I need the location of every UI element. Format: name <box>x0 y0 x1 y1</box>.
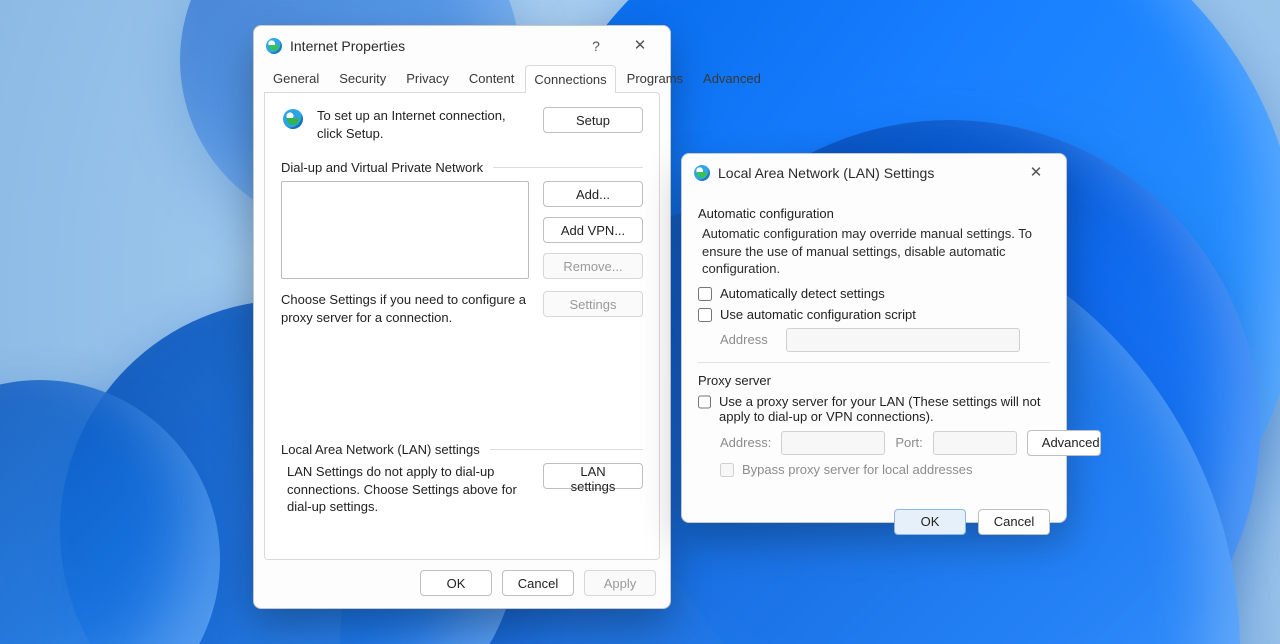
ok-button[interactable]: OK <box>894 509 966 535</box>
dialog-footer: OK Cancel <box>682 495 1066 549</box>
lan-group-label: Local Area Network (LAN) settings <box>281 442 643 457</box>
use-proxy-input[interactable] <box>698 395 711 409</box>
tab-privacy[interactable]: Privacy <box>397 64 458 92</box>
dialup-group-text: Dial-up and Virtual Private Network <box>281 160 483 175</box>
tab-connections[interactable]: Connections <box>525 65 615 93</box>
use-proxy-checkbox[interactable]: Use a proxy server for your LAN (These s… <box>698 394 1050 424</box>
tabs: General Security Privacy Content Connect… <box>254 64 670 92</box>
proxy-port-input[interactable] <box>933 431 1017 455</box>
auto-script-label: Use automatic configuration script <box>720 307 916 322</box>
internet-options-icon <box>266 38 282 54</box>
group-divider <box>490 449 643 450</box>
connection-settings-button[interactable]: Settings <box>543 291 643 317</box>
bypass-local-label: Bypass proxy server for local addresses <box>742 462 972 477</box>
use-proxy-label: Use a proxy server for your LAN (These s… <box>719 394 1050 424</box>
apply-button[interactable]: Apply <box>584 570 656 596</box>
advanced-button[interactable]: Advanced <box>1027 430 1101 456</box>
lan-desc: LAN Settings do not apply to dial-up con… <box>287 463 529 516</box>
window-title: Local Area Network (LAN) Settings <box>718 165 1014 181</box>
ok-button[interactable]: OK <box>420 570 492 596</box>
bypass-local-input[interactable] <box>720 463 734 477</box>
auto-script-checkbox[interactable]: Use automatic configuration script <box>698 307 1050 322</box>
close-button[interactable]: ✕ <box>618 30 662 62</box>
choose-settings-desc: Choose Settings if you need to configure… <box>281 291 529 326</box>
script-address-input[interactable] <box>786 328 1020 352</box>
tab-general[interactable]: General <box>264 64 328 92</box>
lan-settings-button[interactable]: LAN settings <box>543 463 643 489</box>
proxy-address-input[interactable] <box>781 431 885 455</box>
titlebar[interactable]: Internet Properties ? ✕ <box>254 26 670 66</box>
proxy-address-label: Address: <box>720 435 771 450</box>
tab-security[interactable]: Security <box>330 64 395 92</box>
remove-button[interactable]: Remove... <box>543 253 643 279</box>
internet-properties-window: Internet Properties ? ✕ General Security… <box>253 25 671 609</box>
dialog-footer: OK Cancel Apply <box>254 560 670 608</box>
auto-detect-label: Automatically detect settings <box>720 286 885 301</box>
tab-content[interactable]: Content <box>460 64 524 92</box>
lan-body: Automatic configuration Automatic config… <box>682 192 1066 495</box>
tab-panel-connections: To set up an Internet connection, click … <box>264 92 660 560</box>
auto-script-input[interactable] <box>698 308 712 322</box>
setup-button[interactable]: Setup <box>543 107 643 133</box>
auto-config-hint: Automatic configuration may override man… <box>698 225 1050 278</box>
dialup-group-label: Dial-up and Virtual Private Network <box>281 160 643 175</box>
tab-advanced[interactable]: Advanced <box>694 64 770 92</box>
auto-detect-checkbox[interactable]: Automatically detect settings <box>698 286 1050 301</box>
bypass-local-checkbox[interactable]: Bypass proxy server for local addresses <box>720 462 1050 477</box>
internet-options-icon <box>694 165 710 181</box>
proxy-port-label: Port: <box>895 435 922 450</box>
setup-description: To set up an Internet connection, click … <box>317 107 517 142</box>
connections-list[interactable] <box>281 181 529 279</box>
lan-group-text: Local Area Network (LAN) settings <box>281 442 480 457</box>
close-button[interactable]: ✕ <box>1014 157 1058 189</box>
lan-settings-window: Local Area Network (LAN) Settings ✕ Auto… <box>681 153 1067 523</box>
cancel-button[interactable]: Cancel <box>502 570 574 596</box>
globe-icon <box>283 109 303 129</box>
help-button[interactable]: ? <box>574 30 618 62</box>
script-address-label: Address <box>720 332 776 347</box>
window-title: Internet Properties <box>290 38 574 54</box>
cancel-button[interactable]: Cancel <box>978 509 1050 535</box>
auto-config-title: Automatic configuration <box>698 206 1050 221</box>
add-vpn-button[interactable]: Add VPN... <box>543 217 643 243</box>
proxy-title: Proxy server <box>698 373 1050 388</box>
group-divider <box>493 167 643 168</box>
add-button[interactable]: Add... <box>543 181 643 207</box>
titlebar[interactable]: Local Area Network (LAN) Settings ✕ <box>682 154 1066 192</box>
tab-programs[interactable]: Programs <box>618 64 692 92</box>
auto-detect-input[interactable] <box>698 287 712 301</box>
section-divider <box>698 362 1050 363</box>
